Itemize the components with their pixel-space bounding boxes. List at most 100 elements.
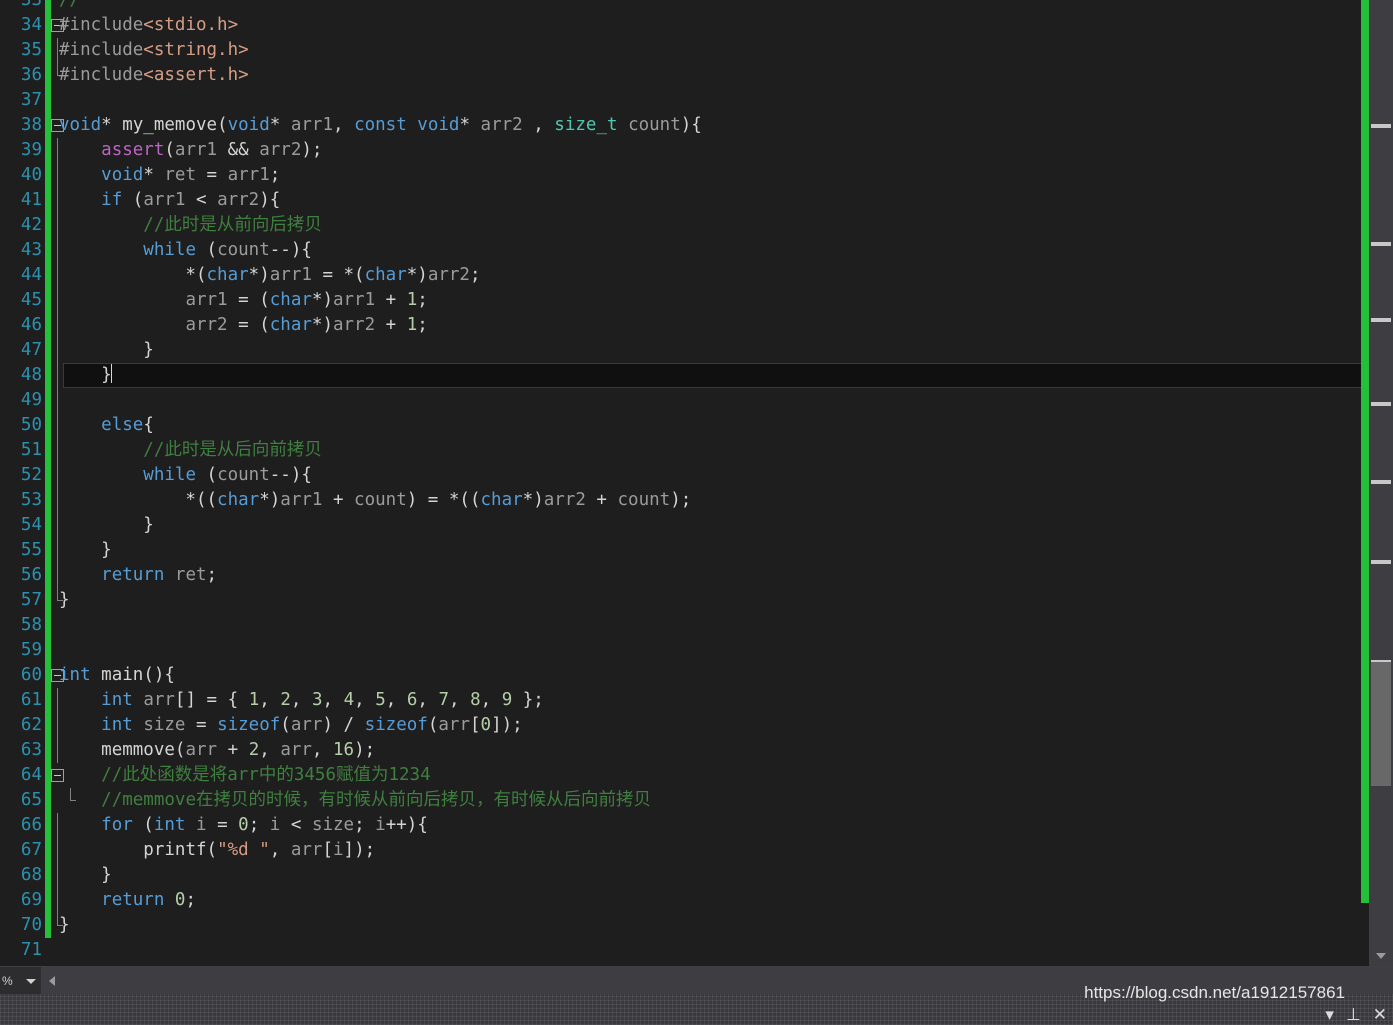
vertical-scrollbar-thumb[interactable] bbox=[1371, 662, 1391, 786]
close-icon[interactable]: ✕ bbox=[1373, 1006, 1387, 1023]
line-change-bar bbox=[45, 588, 51, 613]
code-line[interactable]: 66 for (int i = 0; i < size; i++){ bbox=[0, 813, 1393, 838]
code-text[interactable]: } bbox=[59, 863, 112, 888]
code-text[interactable]: //此时是从后向前拷贝 bbox=[59, 438, 322, 463]
code-text[interactable]: assert(arr1 && arr2); bbox=[59, 138, 322, 163]
code-text[interactable]: //memmove在拷贝的时候，有时候从前向后拷贝，有时候从后向前拷贝 bbox=[59, 788, 651, 813]
code-line[interactable]: 54 } bbox=[0, 513, 1393, 538]
code-line[interactable]: 50 else{ bbox=[0, 413, 1393, 438]
code-line[interactable]: 36 #include<assert.h> bbox=[0, 63, 1393, 88]
code-line[interactable]: 44 *(char*)arr1 = *(char*)arr2; bbox=[0, 263, 1393, 288]
code-text[interactable]: #include<string.h> bbox=[59, 38, 249, 63]
line-change-bar bbox=[45, 238, 51, 263]
vertical-scrollbar[interactable] bbox=[1369, 0, 1393, 966]
code-text[interactable]: return 0; bbox=[59, 888, 196, 913]
code-line[interactable]: 57} bbox=[0, 588, 1393, 613]
code-line[interactable]: 41 if (arr1 < arr2){ bbox=[0, 188, 1393, 213]
code-line[interactable]: 62 int size = sizeof(arr) / sizeof(arr[0… bbox=[0, 713, 1393, 738]
code-line[interactable]: 37 bbox=[0, 88, 1393, 113]
code-line[interactable]: 42 //此时是从前向后拷贝 bbox=[0, 213, 1393, 238]
code-text[interactable]: } bbox=[59, 513, 154, 538]
code-text[interactable]: } bbox=[59, 538, 112, 563]
code-text[interactable]: //此时是从前向后拷贝 bbox=[59, 213, 322, 238]
code-text[interactable]: *(char*)arr1 = *(char*)arr2; bbox=[59, 263, 480, 288]
chevron-down-icon[interactable]: ▾ bbox=[1325, 1006, 1334, 1023]
code-line[interactable]: 45 arr1 = (char*)arr1 + 1; bbox=[0, 288, 1393, 313]
code-text[interactable]: void* ret = arr1; bbox=[59, 163, 280, 188]
code-line[interactable]: 39 assert(arr1 && arr2); bbox=[0, 138, 1393, 163]
code-text[interactable]: while (count--){ bbox=[59, 463, 312, 488]
code-text[interactable]: if (arr1 < arr2){ bbox=[59, 188, 280, 213]
token-id: ret bbox=[174, 565, 207, 585]
code-text[interactable]: int main(){ bbox=[59, 663, 175, 688]
token-num: 1 bbox=[406, 315, 418, 335]
code-line[interactable]: 48 } bbox=[0, 363, 1393, 388]
token-num: 5 bbox=[375, 690, 386, 710]
code-line[interactable]: 55 } bbox=[0, 538, 1393, 563]
code-line[interactable]: 71 bbox=[0, 938, 1393, 963]
fold-guide-line bbox=[57, 513, 58, 538]
code-text[interactable]: int size = sizeof(arr) / sizeof(arr[0]); bbox=[59, 713, 523, 738]
token-punc: , bbox=[322, 690, 344, 710]
code-text[interactable]: arr1 = (char*)arr1 + 1; bbox=[59, 288, 427, 313]
token-kw: sizeof bbox=[364, 715, 428, 735]
code-line[interactable]: 68 } bbox=[0, 863, 1393, 888]
code-line[interactable]: 46 arr2 = (char*)arr2 + 1; bbox=[0, 313, 1393, 338]
code-line[interactable]: 51 //此时是从后向前拷贝 bbox=[0, 438, 1393, 463]
code-text[interactable]: } bbox=[59, 588, 70, 613]
code-line[interactable]: 64 //此处函数是将arr中的3456赋值为1234 bbox=[0, 763, 1393, 788]
code-text[interactable]: } bbox=[59, 338, 154, 363]
line-change-bar bbox=[45, 688, 51, 713]
code-text[interactable]: while (count--){ bbox=[59, 238, 312, 263]
code-line[interactable]: 67 printf("%d ", arr[i]); bbox=[0, 838, 1393, 863]
code-line[interactable]: 59 bbox=[0, 638, 1393, 663]
code-line[interactable]: 53 *((char*)arr1 + count) = *((char*)arr… bbox=[0, 488, 1393, 513]
code-line[interactable]: 33 // bbox=[0, 0, 1393, 13]
code-surface[interactable]: 33//34 #include<stdio.h> 35 #include<string… bbox=[0, 0, 1393, 966]
code-line[interactable]: 63 memmove(arr + 2, arr, 16); bbox=[0, 738, 1393, 763]
token-punc: ); bbox=[354, 740, 376, 760]
code-line[interactable]: 38 void* my_memove(void* arr1, const void… bbox=[0, 113, 1393, 138]
token-punc bbox=[59, 765, 101, 785]
vertical-scrollbar-track[interactable] bbox=[1369, 0, 1393, 966]
scroll-left-arrow-icon[interactable] bbox=[42, 967, 64, 994]
code-text[interactable]: void* my_memove(void* arr1, const void* … bbox=[59, 113, 702, 138]
code-line[interactable]: 65 //memmove在拷贝的时候，有时候从前向后拷贝，有时候从后向前拷贝 bbox=[0, 788, 1393, 813]
code-text[interactable]: else{ bbox=[59, 413, 154, 438]
editor-area[interactable]: 33//34 #include<stdio.h> 35 #include<string… bbox=[0, 0, 1393, 966]
code-line[interactable]: 58 bbox=[0, 613, 1393, 638]
code-text[interactable]: for (int i = 0; i < size; i++){ bbox=[59, 813, 428, 838]
scroll-down-arrow-icon[interactable] bbox=[1369, 944, 1393, 966]
code-text[interactable]: memmove(arr + 2, arr, 16); bbox=[59, 738, 375, 763]
code-text[interactable]: int arr[] = { 1, 2, 3, 4, 5, 6, 7, 8, 9 … bbox=[59, 688, 544, 713]
code-line[interactable]: 47 } bbox=[0, 338, 1393, 363]
code-line[interactable]: 35 #include<string.h> bbox=[0, 38, 1393, 63]
code-line[interactable]: 56 return ret; bbox=[0, 563, 1393, 588]
pin-icon[interactable]: ⊥ bbox=[1346, 1006, 1361, 1023]
code-text[interactable]: *((char*)arr1 + count) = *((char*)arr2 +… bbox=[59, 488, 691, 513]
fold-guide-line bbox=[57, 213, 58, 238]
zoom-level-dropdown[interactable]: % bbox=[0, 966, 42, 994]
code-line[interactable]: 52 while (count--){ bbox=[0, 463, 1393, 488]
code-line[interactable]: 69 return 0; bbox=[0, 888, 1393, 913]
token-id: arr bbox=[438, 715, 470, 735]
code-text[interactable]: } bbox=[59, 913, 70, 938]
token-num: 2 bbox=[248, 740, 260, 760]
code-text[interactable]: return ret; bbox=[59, 563, 217, 588]
code-line[interactable]: 40 void* ret = arr1; bbox=[0, 163, 1393, 188]
code-line[interactable]: 60 int main(){ bbox=[0, 663, 1393, 688]
code-line[interactable]: 61 int arr[] = { 1, 2, 3, 4, 5, 6, 7, 8,… bbox=[0, 688, 1393, 713]
line-change-bar bbox=[45, 738, 51, 763]
code-text[interactable]: } bbox=[59, 363, 112, 388]
code-line[interactable]: 70} bbox=[0, 913, 1393, 938]
code-text[interactable]: #include<assert.h> bbox=[59, 63, 249, 88]
code-line[interactable]: 49 bbox=[0, 388, 1393, 413]
token-id: count bbox=[617, 490, 671, 510]
code-text[interactable]: //此处函数是将arr中的3456赋值为1234 bbox=[59, 763, 430, 788]
code-text[interactable]: printf("%d ", arr[i]); bbox=[59, 838, 375, 863]
code-text[interactable]: arr2 = (char*)arr2 + 1; bbox=[59, 313, 427, 338]
code-line[interactable]: 34 #include<stdio.h> bbox=[0, 13, 1393, 38]
code-text[interactable]: // bbox=[59, 0, 80, 13]
code-line[interactable]: 43 while (count--){ bbox=[0, 238, 1393, 263]
code-text[interactable]: #include<stdio.h> bbox=[59, 13, 238, 38]
